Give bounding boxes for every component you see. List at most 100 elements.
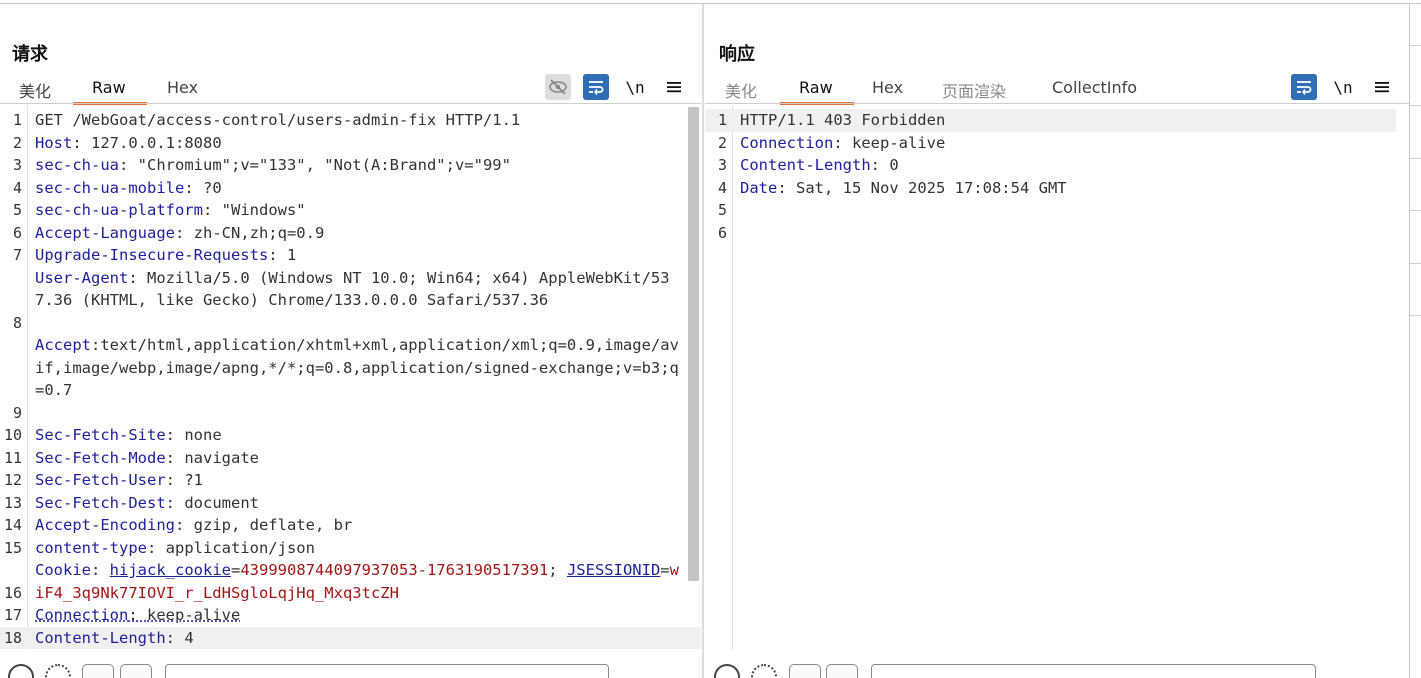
header-value: gzip, deflate, br (193, 516, 353, 534)
cookie-punctuation: ; (548, 561, 567, 579)
request-tab-pretty[interactable]: 美化 (19, 78, 51, 102)
response-menu-button[interactable] (1369, 74, 1395, 100)
header-name: content-type (35, 538, 147, 557)
request-search-input[interactable] (165, 664, 609, 678)
response-tab-render[interactable]: 页面渲染 (942, 78, 1006, 102)
response-tab-hex[interactable]: Hex (872, 78, 903, 97)
header-name: Cookie (35, 561, 91, 579)
header-name: User-Agent (35, 268, 129, 287)
hide-nonprintable-button[interactable] (545, 74, 571, 100)
header-name: Connection (35, 606, 129, 624)
request-line-text: Connection: keep-alive (35, 604, 687, 627)
show-newlines-button[interactable]: \n (622, 74, 648, 100)
help-icon[interactable] (714, 664, 740, 678)
header-name: Content-Length (740, 156, 871, 174)
request-line-text: GET /WebGoat/access-control/users-admin-… (35, 109, 687, 132)
response-line: 4 Date: Sat, 15 Nov 2025 17:08:54 GMT (705, 177, 1396, 200)
header-separator: : (268, 246, 287, 264)
request-line: 3 sec-ch-ua: "Chromium";v="133", "Not(A:B… (0, 154, 701, 177)
request-tab-hex[interactable]: Hex (167, 78, 198, 97)
cookie-name: JSESSIONID (566, 561, 661, 579)
response-editor[interactable]: 1 HTTP/1.1 403 Forbidden 2 Connection: keep… (705, 105, 1410, 650)
cookie-punctuation: = (660, 561, 670, 579)
cookie-name: hijack_cookie (109, 561, 231, 579)
request-scrollbar[interactable] (688, 107, 699, 581)
response-line-number: 4 (717, 178, 727, 197)
request-line-number: 4 (12, 178, 22, 197)
request-line-text: Sec-Fetch-Dest: document (35, 492, 687, 515)
response-tab-collectinfo[interactable]: CollectInfo (1052, 78, 1137, 97)
header-value: 1 (286, 246, 297, 264)
header-name: sec-ch-ua-mobile (35, 178, 185, 197)
request-line-text: sec-ch-ua-platform: "Windows" (35, 199, 687, 222)
menu-icon (1375, 82, 1389, 93)
request-line: 9 Accept:text/html,application/xhtml+xml,… (0, 334, 701, 424)
request-line-number: 12 (3, 471, 22, 489)
header-value: Sat, 15 Nov 2025 17:08:54 GMT (796, 178, 1067, 197)
prev-match-button[interactable] (82, 664, 114, 678)
next-match-button[interactable] (120, 664, 152, 678)
response-pane: 响应 美化 Raw Hex 页面渲染 CollectInfo \n 1 HTTP/… (705, 4, 1410, 678)
request-line: 13 Sec-Fetch-Dest: document (0, 492, 701, 515)
request-menu-button[interactable] (661, 74, 687, 100)
prev-match-button[interactable] (789, 664, 821, 678)
request-tab-raw[interactable]: Raw (92, 78, 126, 97)
response-tabs-divider (705, 103, 1410, 104)
response-tab-raw[interactable]: Raw (799, 78, 833, 97)
request-line-number: 1 (12, 111, 22, 129)
header-value: text/html,application/xhtml+xml,applicat… (35, 336, 679, 399)
next-match-button[interactable] (826, 664, 858, 678)
header-value: keep-alive (852, 133, 946, 152)
response-tab-pretty[interactable]: 美化 (725, 78, 757, 102)
request-line-number: 3 (12, 156, 22, 174)
eye-off-icon (549, 79, 567, 95)
response-line-number: 2 (717, 133, 727, 152)
header-name: Sec-Fetch-Mode (35, 448, 166, 467)
request-line-number: 6 (12, 223, 22, 242)
header-separator: : (72, 133, 91, 152)
settings-icon[interactable] (45, 664, 71, 678)
request-line-text: Sec-Fetch-User: ?1 (35, 469, 687, 492)
response-line: 1 HTTP/1.1 403 Forbidden (705, 109, 1396, 132)
header-separator: : (91, 336, 101, 354)
header-value: zh-CN,zh;q=0.9 (193, 223, 325, 242)
request-editor[interactable]: 1 GET /WebGoat/access-control/users-admin… (0, 105, 701, 650)
wrap-icon (1297, 81, 1312, 95)
response-search-input[interactable] (871, 664, 1316, 678)
settings-icon[interactable] (751, 664, 777, 678)
request-line-number: 14 (3, 516, 22, 534)
request-line: 15 content-type: application/json (0, 537, 701, 560)
edge-tick (1410, 45, 1421, 46)
header-separator: : (146, 538, 166, 557)
header-separator: : (184, 178, 203, 197)
wrap-icon (589, 81, 604, 95)
request-line-text: Upgrade-Insecure-Requests: 1 (35, 244, 687, 267)
header-name: Host (35, 133, 73, 152)
request-line-number: 11 (3, 448, 22, 467)
header-separator: : (777, 178, 796, 197)
request-line-number: 13 (3, 493, 22, 512)
response-show-newlines-button[interactable]: \n (1330, 74, 1356, 100)
cookie-value: 4399908744097937053-1763190517391 (240, 561, 549, 579)
request-title: 请求 (12, 44, 48, 65)
request-line-number: 9 (12, 403, 22, 422)
header-name: sec-ch-ua (35, 156, 119, 174)
response-line: 2 Connection: keep-alive (705, 132, 1396, 155)
request-line-number: 10 (3, 426, 22, 444)
request-bottom-bar (0, 664, 701, 678)
request-line: 5 sec-ch-ua-platform: "Windows" (0, 199, 701, 222)
word-wrap-button[interactable] (583, 74, 609, 100)
request-line: 11 Sec-Fetch-Mode: navigate (0, 447, 701, 470)
pane-divider[interactable] (702, 4, 704, 678)
help-icon[interactable] (8, 664, 34, 678)
edge-tick (1410, 263, 1421, 264)
request-line-number: 5 (12, 201, 22, 219)
header-separator: : (833, 133, 852, 152)
response-line-text: Connection: keep-alive (740, 132, 1382, 155)
header-separator: : (174, 223, 194, 242)
header-name: Date (740, 178, 778, 197)
header-name: Connection (740, 133, 834, 152)
header-separator: : (128, 606, 147, 624)
request-line: 6 Accept-Language: zh-CN,zh;q=0.9 (0, 222, 701, 245)
response-word-wrap-button[interactable] (1291, 74, 1317, 100)
